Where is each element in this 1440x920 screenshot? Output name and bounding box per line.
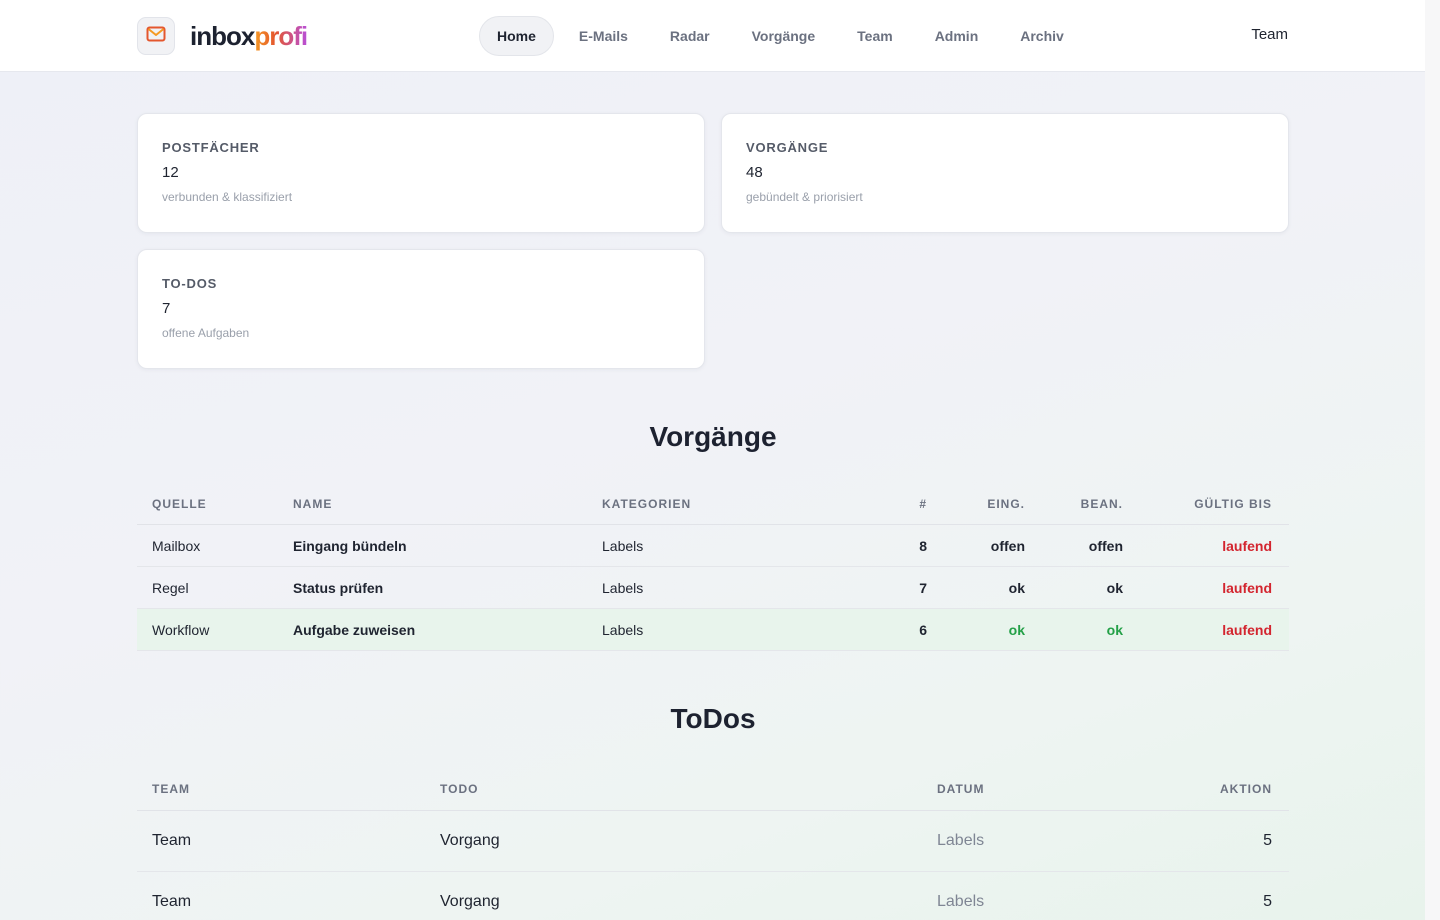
table-row-highlighted[interactable]: Workflow Aufgabe zuweisen Labels 6 ok ok… — [137, 609, 1289, 651]
column-header-aktion[interactable]: AKTION — [1220, 782, 1272, 796]
table-header: TEAM TODO DATUM AKTION — [137, 769, 1289, 811]
cell-name: Aufgabe zuweisen — [293, 622, 416, 638]
card-value: 48 — [746, 164, 763, 181]
cell-team: Team — [152, 832, 192, 849]
logo-badge[interactable] — [137, 17, 175, 55]
cell-gueltig-bis: laufend — [1222, 580, 1272, 596]
cell-todo: Vorgang — [440, 832, 500, 849]
nav-emails[interactable]: E-Mails — [562, 16, 645, 56]
nav-team[interactable]: Team — [840, 16, 910, 56]
cell-kategorien: Labels — [602, 538, 644, 554]
cell-count: 8 — [919, 538, 927, 554]
section-title-vorgaenge: Vorgänge — [649, 421, 777, 452]
cell-datum: Labels — [937, 832, 985, 849]
card-title: VORGÄNGE — [746, 140, 829, 155]
cell-quelle: Regel — [152, 580, 189, 596]
cell-quelle: Workflow — [152, 622, 210, 638]
column-header-gueltig-bis[interactable]: GÜLTIG BIS — [1194, 497, 1272, 511]
cell-bean: ok — [1106, 580, 1123, 596]
cell-kategorien: Labels — [602, 580, 644, 596]
nav-archiv[interactable]: Archiv — [1003, 16, 1081, 56]
cell-todo: Vorgang — [440, 893, 500, 910]
top-navbar: inboxprofi Home E-Mails Radar Vorgänge T… — [0, 0, 1425, 72]
mail-icon — [146, 26, 166, 47]
column-header-kategorien[interactable]: KATEGORIEN — [602, 497, 691, 511]
column-header-bean[interactable]: BEAN. — [1081, 497, 1123, 511]
stat-card-todos[interactable]: TO-DOS 7 offene Aufgaben — [137, 249, 705, 369]
cell-bean: ok — [1106, 622, 1123, 638]
vorgaenge-table: QUELLE NAME KATEGORIEN # EING. BEAN. GÜL… — [137, 484, 1289, 651]
table-header: QUELLE NAME KATEGORIEN # EING. BEAN. GÜL… — [137, 484, 1289, 525]
column-header-name[interactable]: NAME — [293, 497, 332, 511]
cell-eing: offen — [990, 538, 1025, 554]
stat-card-postfaecher[interactable]: POSTFÄCHER 12 verbunden & klassifiziert — [137, 113, 705, 233]
nav-home[interactable]: Home — [479, 16, 554, 56]
logo-part-inbox: inbox — [190, 21, 255, 51]
cell-gueltig-bis: laufend — [1222, 622, 1272, 638]
table-row[interactable]: Team Vorgang Labels 5 — [137, 872, 1289, 920]
table-row[interactable]: Team Vorgang Labels 5 — [137, 811, 1289, 872]
nav-admin[interactable]: Admin — [918, 16, 996, 56]
card-title: POSTFÄCHER — [162, 140, 260, 155]
cell-eing: ok — [1008, 622, 1025, 638]
main-nav: Home E-Mails Radar Vorgänge Team Admin A… — [479, 16, 1089, 56]
cell-name: Eingang bündeln — [293, 538, 407, 554]
table-row[interactable]: Mailbox Eingang bündeln Labels 8 offen o… — [137, 525, 1289, 567]
card-title: TO-DOS — [162, 276, 218, 291]
cell-gueltig-bis: laufend — [1222, 538, 1272, 554]
todos-table: TEAM TODO DATUM AKTION Team Vorgang Labe… — [137, 769, 1289, 920]
logo-part-profi: profi — [254, 21, 308, 51]
logo-wordmark[interactable]: inboxprofi — [190, 20, 308, 52]
card-subtitle: gebündelt & priorisiert — [746, 190, 863, 204]
column-header-count[interactable]: # — [919, 497, 927, 511]
column-header-eing[interactable]: EING. — [987, 497, 1025, 511]
column-header-quelle[interactable]: QUELLE — [152, 497, 207, 511]
cell-name: Status prüfen — [293, 580, 384, 596]
card-subtitle: verbunden & klassifiziert — [162, 190, 293, 204]
column-header-team[interactable]: TEAM — [152, 782, 190, 796]
cell-kategorien: Labels — [602, 622, 644, 638]
stat-card-vorgaenge[interactable]: VORGÄNGE 48 gebündelt & priorisiert — [721, 113, 1289, 233]
card-subtitle: offene Aufgaben — [162, 326, 250, 340]
cell-quelle: Mailbox — [152, 538, 201, 554]
header-team-link[interactable]: Team — [1251, 26, 1288, 43]
section-title-todos: ToDos — [670, 703, 756, 734]
cell-bean: offen — [1088, 538, 1123, 554]
cell-eing: ok — [1008, 580, 1025, 596]
nav-radar[interactable]: Radar — [653, 16, 727, 56]
nav-vorgaenge[interactable]: Vorgänge — [735, 16, 833, 56]
cell-count: 6 — [919, 622, 927, 638]
cell-aktion[interactable]: 5 — [1263, 893, 1272, 911]
card-value: 7 — [162, 300, 171, 317]
scrollbar[interactable] — [1425, 0, 1440, 920]
table-row[interactable]: Regel Status prüfen Labels 7 ok ok laufe… — [137, 567, 1289, 609]
column-header-todo[interactable]: TODO — [440, 782, 478, 796]
cell-team: Team — [152, 893, 192, 910]
cell-count: 7 — [919, 580, 927, 596]
cell-aktion[interactable]: 5 — [1263, 832, 1272, 850]
cell-datum: Labels — [937, 893, 985, 910]
column-header-datum[interactable]: DATUM — [937, 782, 984, 796]
card-value: 12 — [162, 164, 179, 181]
